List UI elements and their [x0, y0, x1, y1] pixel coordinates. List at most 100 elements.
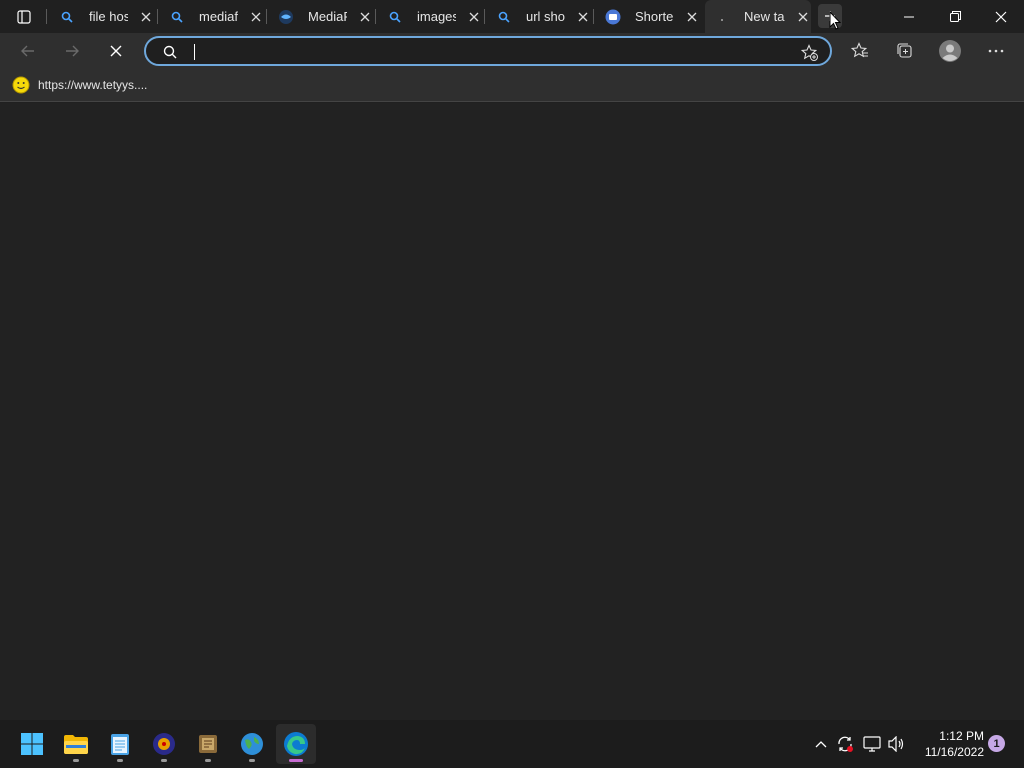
notification-badge[interactable]: 1 — [988, 735, 1005, 752]
forward-button[interactable] — [57, 36, 87, 66]
tab-separator — [593, 9, 594, 24]
tab-title: url shortener — [526, 9, 565, 24]
windows-icon — [21, 733, 43, 755]
shortener-icon — [605, 9, 621, 25]
clock-time: 1:12 PM — [939, 729, 984, 743]
arrow-right-icon — [66, 45, 79, 57]
loading-icon — [714, 9, 730, 25]
minimize-icon — [904, 16, 914, 17]
volume-tray-button[interactable] — [886, 732, 908, 756]
profile-button[interactable] — [935, 36, 965, 66]
running-indicator — [205, 759, 211, 762]
restore-button[interactable] — [932, 0, 978, 33]
favorites-button[interactable] — [845, 36, 875, 66]
page-content — [0, 103, 1024, 720]
close-icon[interactable] — [795, 9, 811, 25]
collections-icon — [897, 43, 912, 58]
app-button-disc[interactable] — [144, 724, 184, 764]
close-icon[interactable] — [138, 9, 154, 25]
app-button-globe[interactable] — [232, 724, 272, 764]
globe-app-icon — [241, 733, 263, 755]
notepad-icon — [111, 734, 129, 755]
tab-title: MediaFire — [308, 9, 347, 24]
search-icon — [163, 45, 177, 59]
sync-icon — [838, 736, 853, 752]
tab-title: file host — [89, 9, 128, 24]
disc-app-icon — [153, 733, 175, 755]
close-icon[interactable] — [357, 9, 373, 25]
tab-mediafire[interactable]: MediaFire — [269, 4, 373, 29]
close-icon — [110, 45, 122, 57]
running-indicator — [117, 759, 123, 762]
tab-shorten[interactable]: Shorten — [596, 4, 700, 29]
network-icon — [863, 736, 881, 752]
show-hidden-icons-button[interactable] — [810, 732, 832, 756]
running-indicator — [161, 759, 167, 762]
tab-separator — [266, 9, 267, 24]
tab-title: New tab — [744, 9, 785, 24]
tab-new-tab[interactable]: New tab — [705, 0, 811, 33]
favorites-icon — [851, 42, 868, 58]
title-bar: file host mediafire MediaFire imageshack… — [0, 0, 1024, 33]
file-explorer-button[interactable] — [56, 724, 96, 764]
navigation-toolbar — [0, 33, 1024, 69]
smiley-icon — [12, 76, 30, 94]
stop-loading-button[interactable] — [101, 36, 131, 66]
app-button-archive[interactable] — [188, 724, 228, 764]
clock[interactable]: 1:12 PM 11/16/2022 — [912, 728, 984, 760]
collections-button[interactable] — [890, 36, 920, 66]
mediafire-icon — [278, 9, 294, 25]
tab-title: Shorten — [635, 9, 674, 24]
running-indicator — [249, 759, 255, 762]
back-button[interactable] — [13, 36, 43, 66]
mouse-cursor-icon — [829, 11, 841, 30]
search-icon — [169, 9, 185, 25]
close-icon[interactable] — [466, 9, 482, 25]
tab-actions-button[interactable] — [8, 4, 40, 29]
sync-tray-button[interactable] — [834, 732, 856, 756]
folder-icon — [64, 735, 88, 754]
search-icon — [496, 9, 512, 25]
start-button[interactable] — [12, 724, 52, 764]
tab-separator — [484, 9, 485, 24]
favorite-item[interactable]: https://www.tetyys.... — [12, 75, 147, 95]
notepad-button[interactable] — [100, 724, 140, 764]
restore-icon — [949, 11, 961, 22]
edge-icon — [284, 732, 308, 756]
minimize-button[interactable] — [886, 0, 932, 33]
tab-title: imageshack — [417, 9, 456, 24]
taskbar: 1:12 PM 11/16/2022 1 — [0, 720, 1024, 768]
tab-file-host[interactable]: file host — [50, 4, 154, 29]
add-favorite-icon[interactable] — [801, 44, 819, 62]
clock-date: 11/16/2022 — [924, 745, 984, 759]
tab-mediafire-search[interactable]: mediafire — [160, 4, 264, 29]
tab-separator — [46, 9, 47, 24]
close-icon[interactable] — [575, 9, 591, 25]
favorites-bar: https://www.tetyys.... — [0, 69, 1024, 102]
tab-separator — [157, 9, 158, 24]
network-tray-button[interactable] — [861, 732, 883, 756]
running-indicator — [289, 759, 303, 762]
close-icon[interactable] — [684, 9, 700, 25]
text-caret — [194, 44, 195, 60]
arrow-left-icon — [21, 45, 34, 57]
tab-url-shortener[interactable]: url shortener — [487, 4, 591, 29]
close-icon — [995, 11, 1007, 22]
address-input[interactable] — [192, 42, 792, 62]
favorite-label: https://www.tetyys.... — [38, 78, 148, 92]
address-bar[interactable] — [144, 36, 832, 66]
tab-title: mediafire — [199, 9, 238, 24]
close-icon[interactable] — [248, 9, 264, 25]
search-icon — [387, 9, 403, 25]
more-icon — [988, 49, 1004, 53]
archive-app-icon — [199, 735, 217, 753]
settings-more-button[interactable] — [981, 36, 1011, 66]
close-window-button[interactable] — [978, 0, 1024, 33]
running-indicator — [73, 759, 79, 762]
tab-actions-icon — [17, 9, 31, 24]
chevron-up-icon — [815, 741, 827, 748]
tab-separator — [375, 9, 376, 24]
tab-imageshack[interactable]: imageshack — [378, 4, 482, 29]
edge-browser-button[interactable] — [276, 724, 316, 764]
search-icon — [59, 9, 75, 25]
